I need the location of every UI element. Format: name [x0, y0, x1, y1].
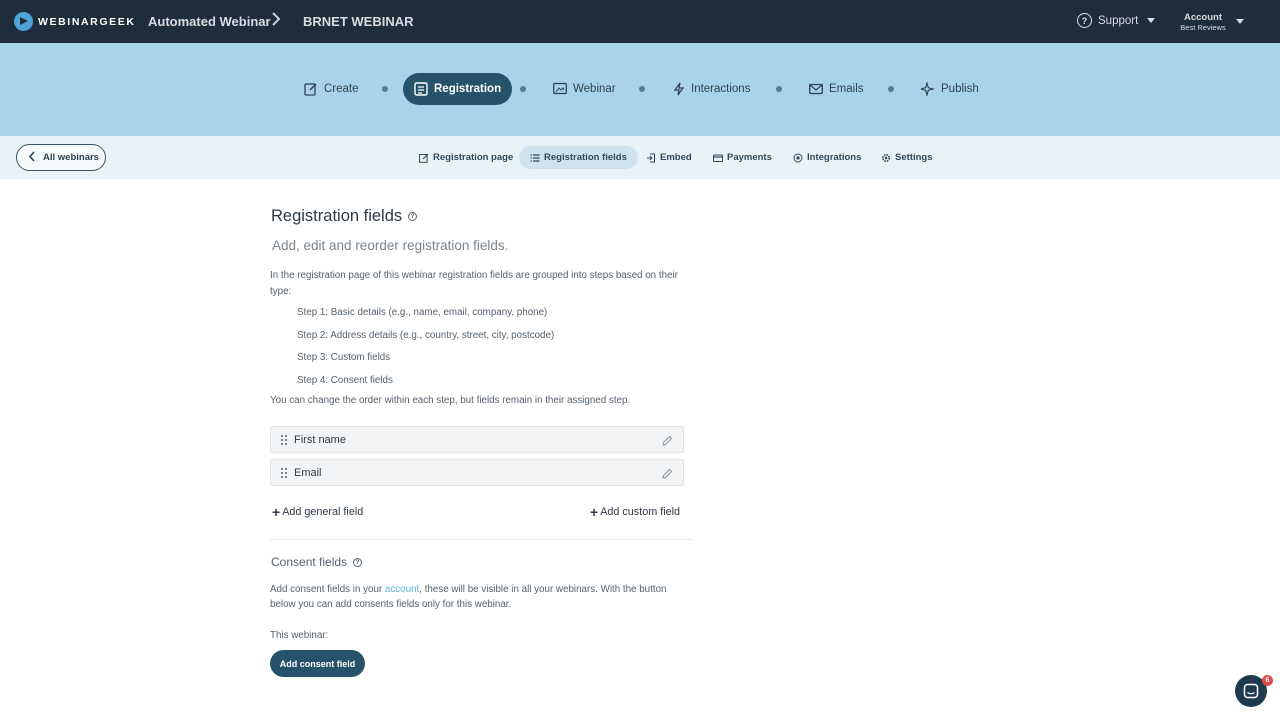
page-title: Registration fields ? [271, 207, 418, 226]
lightning-icon [673, 82, 685, 96]
tab-label: Registration page [433, 152, 514, 163]
plus-icon: + [590, 504, 599, 520]
tab-label: Payments [727, 152, 772, 163]
tab-integrations[interactable]: Integrations [793, 146, 861, 169]
list-item: Step 1: Basic details (e.g., name, email… [297, 307, 548, 318]
step-separator-dot [382, 86, 388, 92]
tab-label: Settings [895, 152, 933, 163]
chat-icon [1243, 683, 1259, 699]
step-emails[interactable]: Emails [809, 73, 864, 105]
pencil-square-icon [304, 83, 317, 96]
consent-title-text: Consent fields [271, 555, 348, 569]
gear-icon [881, 153, 891, 162]
order-note: You can change the order within each ste… [270, 395, 631, 406]
top-bar: WEBINARGEEK Automated Webinar BRNET WEBI… [0, 0, 1280, 43]
steps-list: Step 1: Basic details (e.g., name, email… [297, 306, 554, 396]
wizard-steps-bar: Create Registration Webinar Interactions… [0, 43, 1280, 136]
tab-registration-page[interactable]: Registration page [419, 146, 513, 169]
all-webinars-button[interactable]: All webinars [16, 144, 106, 171]
sparkle-icon [921, 82, 935, 96]
consent-text-before-link: Add consent fields in your [270, 584, 385, 595]
step-webinar[interactable]: Webinar [553, 73, 616, 105]
consent-section-title: Consent fields ? [271, 555, 363, 569]
add-general-field-button[interactable]: + Add general field [272, 504, 364, 520]
step-publish[interactable]: Publish [921, 73, 979, 105]
step-create[interactable]: Create [304, 73, 359, 105]
form-icon [414, 82, 428, 96]
step-separator-dot [639, 86, 645, 92]
drag-handle-icon[interactable] [281, 467, 289, 478]
step-label: Interactions [691, 83, 751, 95]
monitor-icon [553, 82, 567, 95]
add-consent-field-button[interactable]: Add consent field [270, 650, 365, 677]
logo-text: WEBINARGEEK [38, 15, 136, 28]
field-label: First name [294, 433, 346, 446]
list-item: Step 4: Consent fields [297, 374, 393, 386]
field-label: Email [294, 466, 322, 479]
webinargeek-logo[interactable]: WEBINARGEEK [14, 12, 136, 31]
tab-label: Registration fields [544, 152, 627, 163]
step-separator-dot [776, 86, 782, 92]
envelope-icon [809, 83, 823, 95]
step-label: Emails [829, 83, 864, 95]
add-general-field-label: Add general field [282, 506, 364, 518]
breadcrumb-automated-webinar[interactable]: Automated Webinar [148, 14, 271, 29]
help-icon[interactable]: ? [353, 557, 363, 567]
page-title-text: Registration fields [271, 207, 403, 225]
account-subtitle: Best Reviews [1180, 23, 1226, 32]
page-subtitle: Add, edit and reorder registration field… [272, 238, 509, 253]
account-title: Account [1184, 12, 1222, 23]
step-separator-dot [888, 86, 894, 92]
list-item: Step 2: Address details (e.g., country, … [297, 329, 555, 341]
account-chevron-down-icon[interactable] [1236, 19, 1244, 24]
add-custom-field-button[interactable]: + Add custom field [590, 504, 681, 520]
edit-icon [419, 153, 429, 163]
account-menu[interactable]: Account Best Reviews [1175, 12, 1231, 32]
tab-settings[interactable]: Settings [881, 146, 932, 169]
field-row-first-name[interactable]: First name [270, 426, 684, 453]
intro-text: In the registration page of this webinar… [270, 270, 678, 297]
list-item: Step 3: Custom fields [297, 352, 391, 363]
account-link[interactable]: account [385, 584, 419, 595]
step-label: Registration [434, 83, 502, 95]
breadcrumb-webinar-name[interactable]: BRNET WEBINAR [303, 14, 414, 29]
tab-registration-fields[interactable]: Registration fields [519, 146, 638, 169]
embed-icon [647, 153, 655, 162]
logo-play-icon [14, 12, 33, 31]
tab-label: Integrations [807, 152, 862, 163]
step-separator-dot [520, 86, 526, 92]
chat-notification-badge: 6 [1262, 675, 1273, 686]
chevron-left-icon [28, 150, 36, 165]
step-label: Webinar [573, 83, 616, 95]
this-webinar-label: This webinar: [270, 630, 329, 641]
pencil-icon[interactable] [661, 434, 673, 452]
support-label: Support [1098, 14, 1139, 27]
field-row-email[interactable]: Email [270, 459, 684, 486]
drag-handle-icon[interactable] [281, 434, 289, 445]
breadcrumb-chevron-icon [270, 11, 282, 32]
step-label: Create [324, 83, 359, 95]
all-webinars-label: All webinars [43, 152, 99, 163]
pencil-icon[interactable] [661, 467, 673, 485]
tab-payments[interactable]: Payments [713, 146, 772, 169]
chevron-down-icon [1147, 18, 1156, 23]
list-icon [530, 153, 540, 162]
step-registration[interactable]: Registration [403, 73, 513, 105]
integration-icon [793, 153, 803, 162]
card-icon [713, 154, 723, 162]
step-label: Publish [941, 83, 979, 95]
divider [270, 539, 692, 540]
consent-description: Add consent fields in your account, thes… [270, 582, 680, 612]
plus-icon: + [272, 504, 281, 520]
help-icon[interactable]: ? [408, 212, 418, 221]
step-interactions[interactable]: Interactions [673, 73, 750, 105]
question-circle-icon: ? [1077, 13, 1092, 28]
tab-embed[interactable]: Embed [646, 146, 692, 169]
tab-label: Embed [660, 152, 692, 163]
sub-navigation: All webinars Registration page Registrat… [0, 136, 1280, 179]
add-custom-field-label: Add custom field [600, 506, 681, 518]
support-menu[interactable]: ? Support [1077, 13, 1156, 28]
